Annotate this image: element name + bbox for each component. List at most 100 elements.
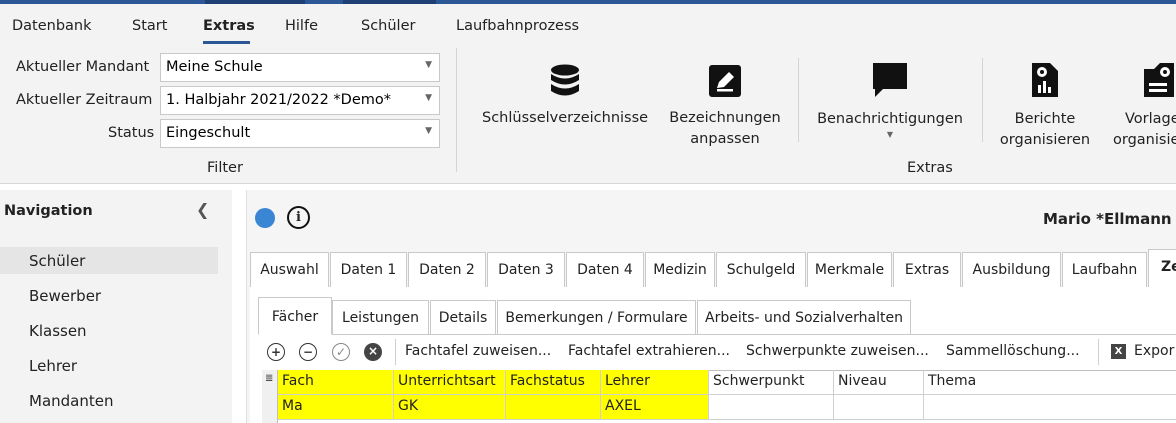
subtab-details[interactable]: Details [430,300,496,334]
schwerpunkte-zuweisen-button[interactable]: Schwerpunkte zuweisen... [746,343,929,359]
nav-item-mandanten[interactable]: Mandanten [0,387,218,414]
student-name: Mario *Ellmann [1043,210,1172,228]
tab-hilfe[interactable]: Hilfe [285,18,318,34]
cell-fach[interactable]: Ma [278,395,394,420]
subtab-arbeits-sozialverhalten[interactable]: Arbeits- und Sozialverhalten [697,300,911,334]
nav-item-label: Klassen [29,322,87,340]
cell-fachstatus[interactable] [506,395,601,420]
status-value: Eingeschult [166,125,251,141]
toolbar-divider [395,339,396,365]
tab-daten-2[interactable]: Daten 2 [408,252,486,287]
schluesselverzeichnisse-label: Schlüsselverzeichnisse [482,110,649,126]
benachrichtigungen-label: Benachrichtigungen [817,111,963,127]
divider [982,58,983,142]
app-window: Datenbank Start Extras Hilfe Schüler Lau… [0,0,1176,423]
database-icon [551,64,579,96]
fachtafel-extrahieren-button[interactable]: Fachtafel extrahieren... [568,343,730,359]
header-thema[interactable]: Thema [924,370,1176,395]
sammelloeschung-button[interactable]: Sammellöschung... [946,343,1080,359]
nav-item-label: Bewerber [29,287,102,305]
fachtafel-zuweisen-button[interactable]: Fachtafel zuweisen... [405,343,551,359]
vorlagen-label-1: Vorlage [1125,111,1176,127]
cell-lehrer[interactable]: AXEL [601,395,709,420]
nav-item-label: Mandanten [29,392,114,410]
header-unterrichtsart[interactable]: Unterrichtsart [394,370,506,395]
nav-item-klassen[interactable]: Klassen [0,317,218,344]
tab-schulgeld[interactable]: Schulgeld [716,252,806,287]
cancel-icon[interactable]: × [364,343,382,361]
mandant-label: Aktueller Mandant [16,59,150,75]
vorlagen-organisieren-button[interactable]: Vorlage organisie [1110,61,1176,151]
tab-daten-3[interactable]: Daten 3 [487,252,565,287]
tab-merkmale[interactable]: Merkmale [807,252,892,287]
cell-niveau[interactable] [834,395,924,420]
check-icon[interactable]: ✓ [332,343,350,361]
excel-icon: X [1111,344,1126,359]
navigation-title: Navigation [4,203,93,219]
zeitraum-select[interactable]: 1. Halbjahr 2021/2022 *Demo* ▼ [160,86,440,115]
status-select[interactable]: Eingeschult ▼ [160,119,440,148]
tab-laufbahnprozess[interactable]: Laufbahnprozess [456,18,579,34]
ribbon-tab-bar: Datenbank Start Extras Hilfe Schüler Lau… [0,4,1176,44]
bezeichnungen-label-1: Bezeichnungen [669,110,781,126]
message-icon [873,63,907,97]
subtab-faecher[interactable]: Fächer [258,297,332,335]
chevron-down-icon: ▼ [425,126,432,136]
template-settings-icon [1144,63,1174,97]
divider [798,58,799,142]
extras-group-label: Extras [907,160,953,176]
info-icon[interactable]: i [287,206,310,229]
subtab-bemerkungen[interactable]: Bemerkungen / Formulare [497,300,696,334]
header-niveau[interactable]: Niveau [834,370,924,395]
tab-ausbildung[interactable]: Ausbildung [962,252,1061,287]
cell-schwerpunkt[interactable] [709,395,834,420]
tab-laufbahn[interactable]: Laufbahn [1062,252,1147,287]
add-icon[interactable]: + [267,343,285,361]
chevron-down-icon: ▼ [425,60,432,70]
tab-schueler[interactable]: Schüler [361,18,415,34]
tab-daten-4[interactable]: Daten 4 [566,252,644,287]
nav-item-schueler[interactable]: Schüler [0,247,218,274]
bezeichnungen-label-2: anpassen [690,131,760,147]
column-chooser-icon[interactable]: ≣ [265,373,273,384]
cell-thema[interactable] [924,395,1176,420]
benachrichtigungen-button[interactable]: Benachrichtigungen ▼ [812,61,968,140]
tab-datenbank[interactable]: Datenbank [12,18,92,34]
subtab-leistungen[interactable]: Leistungen [332,300,429,334]
tab-medizin[interactable]: Medizin [645,252,715,287]
divider [456,48,457,172]
export-button[interactable]: Expor [1134,343,1174,359]
tab-start[interactable]: Start [132,18,167,34]
edit-icon [709,65,741,97]
filter-group-label: Filter [207,160,243,176]
collapse-chevron-icon[interactable]: ❮ [196,200,209,219]
zeitraum-label: Aktueller Zeitraum [16,92,153,108]
tab-extras[interactable]: Extras [893,252,961,287]
berichte-label-2: organisieren [999,132,1091,148]
header-schwerpunkt[interactable]: Schwerpunkt [709,370,834,395]
cell-unterrichtsart[interactable]: GK [394,395,506,420]
status-dot [255,208,275,228]
schluesselverzeichnisse-button[interactable]: Schlüsselverzeichnisse [482,64,648,129]
tab-daten-1[interactable]: Daten 1 [330,252,407,287]
nav-item-lehrer[interactable]: Lehrer [0,352,218,379]
tab-extras[interactable]: Extras [203,18,255,34]
header-lehrer[interactable]: Lehrer [601,370,709,395]
bezeichnungen-anpassen-button[interactable]: Bezeichnungen anpassen [664,64,786,150]
header-fachstatus[interactable]: Fachstatus [506,370,601,395]
tab-zeugnis[interactable]: Ze [1148,249,1176,288]
mandant-select[interactable]: Meine Schule ▼ [160,53,440,82]
remove-icon[interactable]: − [299,343,317,361]
tab-auswahl[interactable]: Auswahl [250,252,329,287]
nav-item-label: Schüler [29,252,86,270]
toolbar-divider [1098,339,1099,365]
nav-item-bewerber[interactable]: Bewerber [0,282,218,309]
berichte-label-1: Berichte [1014,111,1076,127]
berichte-organisieren-button[interactable]: Berichte organisieren [996,61,1094,151]
status-label: Status [108,125,155,141]
zeitraum-value: 1. Halbjahr 2021/2022 *Demo* [166,92,392,108]
vorlagen-label-2: organisie [1113,132,1176,148]
header-fach[interactable]: Fach [278,370,394,395]
navigation-panel: Navigation ❮ Schüler Bewerber Klassen Le… [0,190,232,423]
row-header-column: ≣ [262,370,278,423]
